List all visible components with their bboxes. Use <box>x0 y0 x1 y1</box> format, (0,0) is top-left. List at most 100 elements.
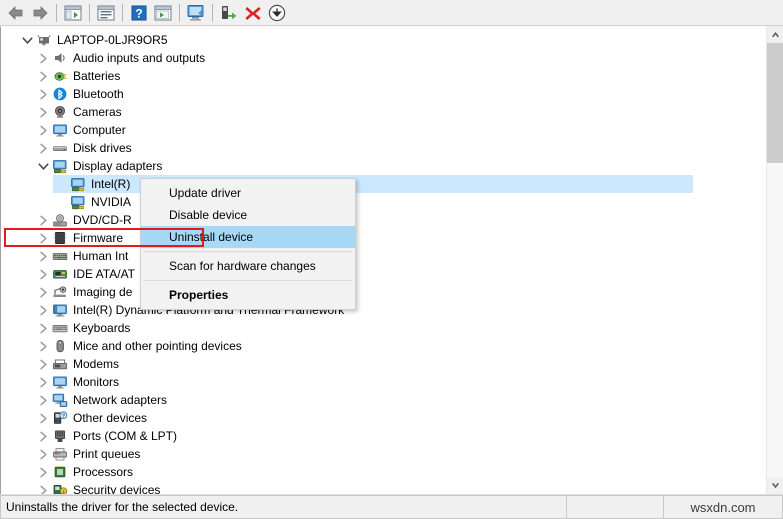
tree-item[interactable]: Keyboards <box>1 319 758 337</box>
tree-item-label: LAPTOP-0LJR9OR5 <box>57 33 168 47</box>
back-arrow-icon[interactable] <box>4 2 28 24</box>
tree-item[interactable]: Print queues <box>1 445 758 463</box>
chevron-right-icon[interactable] <box>35 445 51 463</box>
tree-item[interactable]: DVD/CD-R <box>1 211 758 229</box>
disable-device-icon[interactable] <box>265 2 289 24</box>
show-hide-console-tree-icon[interactable] <box>61 2 85 24</box>
update-driver-icon[interactable] <box>217 2 241 24</box>
tree-item[interactable]: Mice and other pointing devices <box>1 337 758 355</box>
chevron-right-icon[interactable] <box>35 121 51 139</box>
scrollbar-thumb[interactable] <box>767 43 783 163</box>
chevron-right-icon[interactable] <box>35 49 51 67</box>
tree-item[interactable]: NVIDIA <box>1 193 758 211</box>
firmware-icon <box>51 229 69 247</box>
menu-separator <box>143 251 353 252</box>
tree-item[interactable]: IDE ATA/AT <box>1 265 758 283</box>
scroll-up-arrow-icon[interactable] <box>767 26 783 43</box>
chevron-right-icon[interactable] <box>35 427 51 445</box>
menu-item-disable-device[interactable]: Disable device <box>141 204 355 226</box>
tree-item-content: Print queues <box>1 445 140 463</box>
menu-item-update-driver[interactable]: Update driver <box>141 182 355 204</box>
tree-item-label: DVD/CD-R <box>73 213 132 227</box>
tree-item[interactable]: Disk drives <box>1 139 758 157</box>
battery-icon <box>51 67 69 85</box>
tree-item[interactable]: Computer <box>1 121 758 139</box>
tree-item-content: ? Other devices <box>1 409 147 427</box>
chevron-right-icon[interactable] <box>35 283 51 301</box>
chevron-right-icon[interactable] <box>35 337 51 355</box>
forward-arrow-icon[interactable] <box>28 2 52 24</box>
chevron-right-icon[interactable] <box>35 481 51 494</box>
menu-separator <box>143 280 353 281</box>
action-menu-icon[interactable] <box>151 2 175 24</box>
tree-item[interactable]: Intel(R) Dynamic Platform and Thermal Fr… <box>1 301 758 319</box>
monitor-icon <box>51 373 69 391</box>
chevron-right-icon[interactable] <box>35 301 51 319</box>
chevron-right-icon[interactable] <box>35 229 51 247</box>
menu-item-properties[interactable]: Properties <box>141 284 355 306</box>
tree-item-label: Intel(R) <box>91 177 131 191</box>
svg-text:?: ? <box>62 414 66 420</box>
tree-item[interactable]: Modems <box>1 355 758 373</box>
scrollbar-track[interactable] <box>767 43 783 477</box>
svg-text:?: ? <box>135 6 142 20</box>
chevron-right-icon[interactable] <box>35 103 51 121</box>
chevron-right-icon[interactable] <box>35 355 51 373</box>
printer-icon <box>51 445 69 463</box>
tree-item[interactable]: Ports (COM & LPT) <box>1 427 758 445</box>
tree-item[interactable]: Firmware <box>1 229 758 247</box>
tree-item[interactable]: Imaging de <box>1 283 758 301</box>
camera-icon <box>51 103 69 121</box>
tree-item-content: NVIDIA <box>1 193 131 211</box>
toolbar: ? <box>0 0 783 26</box>
toolbar-separator <box>56 3 57 22</box>
tree-item-label: Processors <box>73 465 134 479</box>
tree-item[interactable]: Processors <box>1 463 758 481</box>
properties-icon[interactable] <box>94 2 118 24</box>
tree-item[interactable]: Security devices <box>1 481 758 494</box>
chevron-right-icon[interactable] <box>35 463 51 481</box>
chevron-right-icon[interactable] <box>35 139 51 157</box>
chevron-right-icon[interactable] <box>35 409 51 427</box>
chevron-down-icon[interactable] <box>19 31 35 49</box>
tree-item-content: DVD/CD-R <box>1 211 132 229</box>
tree-item[interactable]: Human Int <box>1 247 758 265</box>
tree-item[interactable]: Audio inputs and outputs <box>1 49 758 67</box>
tree-item[interactable]: Intel(R) <box>1 175 758 193</box>
tree-item[interactable]: Bluetooth <box>1 85 758 103</box>
chevron-right-icon[interactable] <box>35 373 51 391</box>
tree-item-content: Network adapters <box>1 391 167 409</box>
tree-item-content: Disk drives <box>1 139 132 157</box>
uninstall-device-icon[interactable] <box>241 2 265 24</box>
chevron-right-icon[interactable] <box>35 391 51 409</box>
device-tree-pane[interactable]: LAPTOP-0LJR9OR5 Audio inputs and outputs B… <box>0 26 783 494</box>
help-icon[interactable]: ? <box>127 2 151 24</box>
tree-item-content: Intel(R) <box>1 175 130 193</box>
menu-item-uninstall-device[interactable]: Uninstall device <box>141 226 355 248</box>
chevron-right-icon[interactable] <box>35 67 51 85</box>
tree-item[interactable]: Batteries <box>1 67 758 85</box>
tree-item[interactable]: ? Other devices <box>1 409 758 427</box>
tree-root-item[interactable]: LAPTOP-0LJR9OR5 <box>1 31 758 49</box>
tree-item[interactable]: Network adapters <box>1 391 758 409</box>
status-message: Uninstalls the driver for the selected d… <box>0 495 566 519</box>
chevron-right-icon[interactable] <box>35 247 51 265</box>
menu-item-scan-for-hardware-changes[interactable]: Scan for hardware changes <box>141 255 355 277</box>
tree-item[interactable]: Monitors <box>1 373 758 391</box>
chevron-right-icon[interactable] <box>35 265 51 283</box>
chevron-right-icon[interactable] <box>35 85 51 103</box>
tree-item[interactable]: Display adapters <box>1 157 758 175</box>
scan-hardware-changes-icon[interactable] <box>184 2 208 24</box>
scroll-down-arrow-icon[interactable] <box>767 477 783 494</box>
chevron-right-icon[interactable] <box>35 319 51 337</box>
tree-item[interactable]: Cameras <box>1 103 758 121</box>
chevron-right-icon[interactable] <box>35 211 51 229</box>
context-menu[interactable]: Update driver Disable device Uninstall dev… <box>140 178 356 310</box>
tree-item-content: Processors <box>1 463 133 481</box>
vertical-scrollbar[interactable] <box>766 26 783 494</box>
chevron-down-icon[interactable] <box>35 157 51 175</box>
imaging-device-icon <box>51 283 69 301</box>
tree-item-label: Display adapters <box>73 159 163 173</box>
tree-item-label: IDE ATA/AT <box>73 267 136 281</box>
tree-item-content: Imaging de <box>1 283 132 301</box>
